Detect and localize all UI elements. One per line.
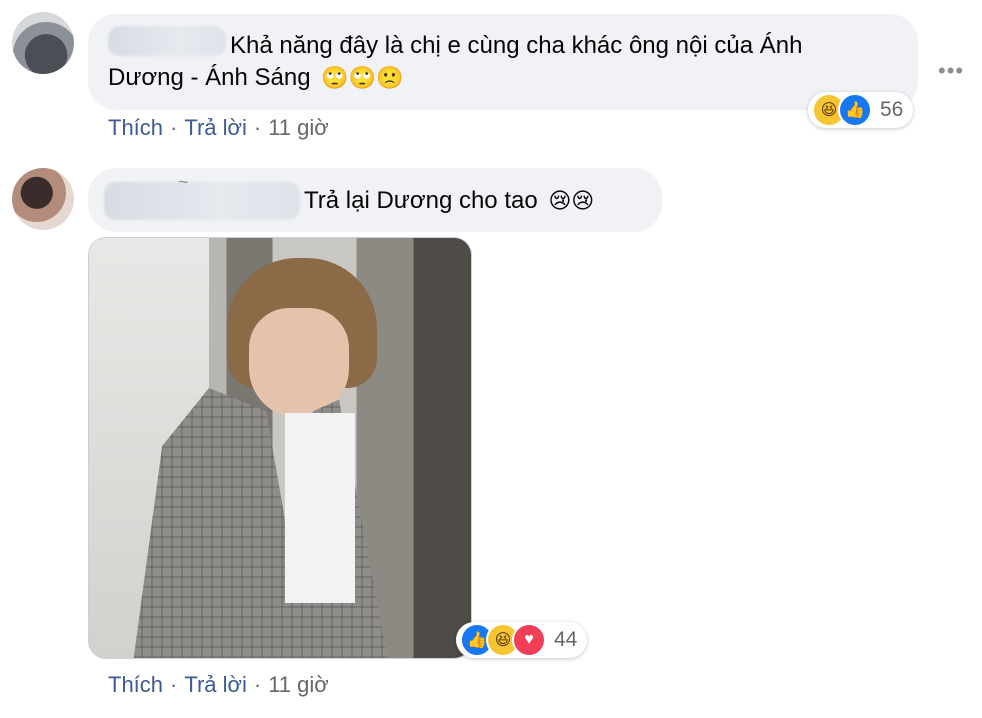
comment-text: Trả lại Dương cho tao 😢😢 <box>304 185 594 217</box>
comment-text: Dương - Ánh Sáng <box>108 64 311 91</box>
eye-roll-emoji-icons: 🙄🙄🙁 <box>321 65 404 90</box>
comment-text-line-1: Khả năng đây là chị e cùng cha khác ông … <box>230 32 803 59</box>
crying-emoji-icons: 😢😢 <box>548 188 595 213</box>
like-reaction-icon: 👍 <box>838 93 872 127</box>
like-link[interactable]: Thích <box>108 672 163 697</box>
name-diacritic: ~ <box>178 172 189 192</box>
more-options-icon[interactable]: ••• <box>938 58 964 84</box>
comment-text-body: Trả lại Dương cho tao <box>304 187 538 214</box>
reaction-count: 56 <box>880 98 904 121</box>
commenter-avatar[interactable] <box>12 12 74 74</box>
reply-link[interactable]: Trả lời <box>184 672 247 697</box>
comment-text-line-2: Dương - Ánh Sáng 🙄🙄🙁 <box>108 62 403 94</box>
comment-photo[interactable] <box>88 237 472 659</box>
timestamp[interactable]: 11 giờ <box>268 672 329 697</box>
timestamp[interactable]: 11 giờ <box>268 115 329 140</box>
reply-link[interactable]: Trả lời <box>184 115 247 140</box>
comment-actions: Thích · Trả lời · 11 giờ <box>108 115 329 140</box>
photo-person-face <box>249 308 349 418</box>
reactions-summary[interactable]: 👍 😆 ♥ 44 <box>456 622 588 658</box>
commenter-avatar[interactable] <box>12 168 74 230</box>
commenter-name-redacted[interactable] <box>104 182 300 220</box>
comment-actions: Thích · Trả lời · 11 giờ <box>108 672 329 697</box>
love-reaction-icon: ♥ <box>512 623 546 657</box>
commenter-name-redacted[interactable] <box>108 26 226 56</box>
reaction-count: 44 <box>554 628 578 651</box>
photo-person-shirt <box>285 413 355 603</box>
reactions-summary[interactable]: 😆 👍 56 <box>808 92 914 128</box>
like-link[interactable]: Thích <box>108 115 163 140</box>
